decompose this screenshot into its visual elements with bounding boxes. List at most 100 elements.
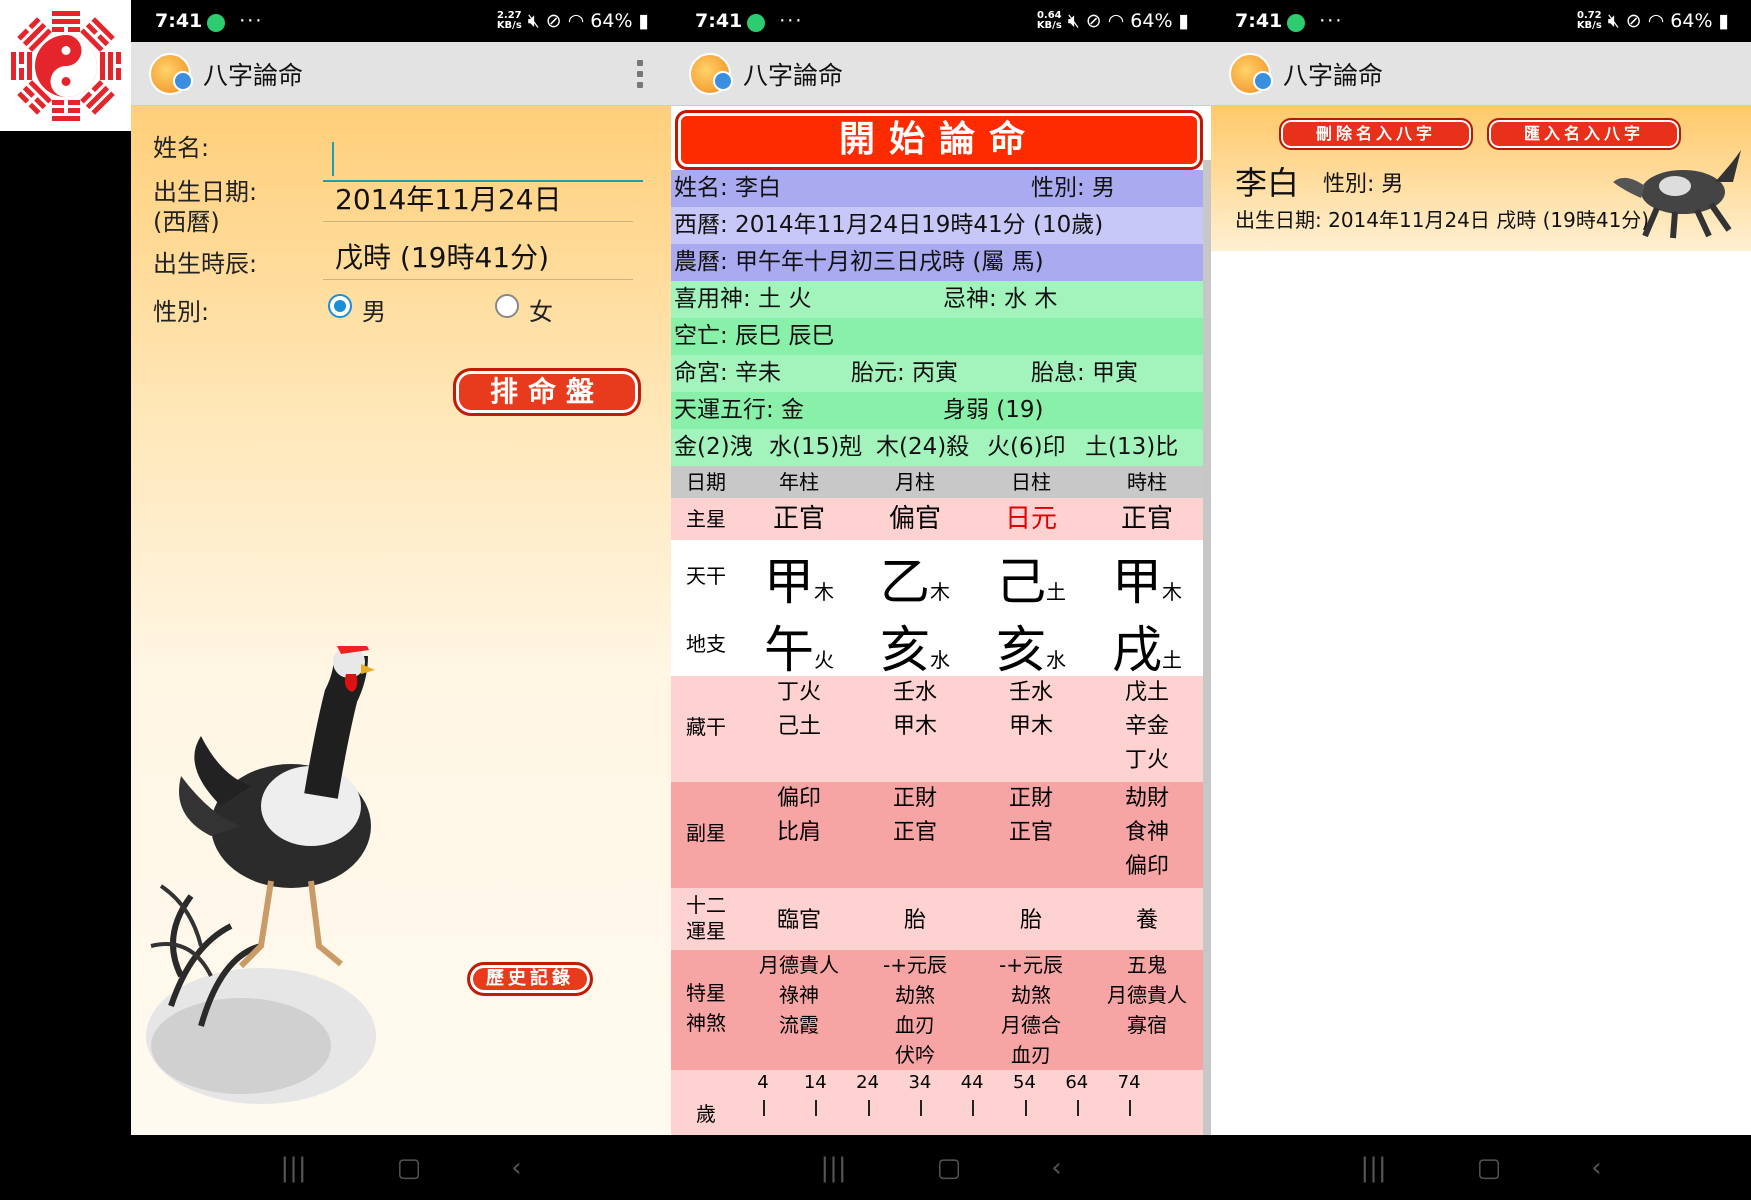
canggan-hour: 戊土 辛金 丁火 [1124,680,1169,773]
no-sim-icon: ⊘ [545,10,562,32]
more-notifications-icon: ··· [239,10,264,32]
element-water: 水(15)剋 [769,434,863,460]
submit-chart-button[interactable]: 排命盤 [453,368,641,416]
fuxing-label: 副星 [686,821,726,845]
age-tick-label: 44 [960,1072,984,1093]
home-icon[interactable]: ▢ [1477,1153,1502,1183]
fuxing-year: 偏印 比肩 [776,786,821,845]
android-nav-bar: ||| ▢ ‹ [1211,1135,1751,1200]
recents-icon[interactable]: ||| [1360,1153,1386,1183]
record-gender: 性別: 男 [1323,172,1404,197]
wifi-icon: ◠ [1647,10,1665,32]
app-bar: 八字論命 [671,42,1211,106]
name-input[interactable] [323,138,643,182]
age-tick-mark [1076,1100,1079,1116]
tianyun-row: 天運五行: 金 身弱 (19) [671,392,1211,429]
name-text: 姓名: 李白 [674,175,782,201]
delete-record-button[interactable]: 刪除名入八字 [1279,118,1473,150]
main-star-month: 偏官 [888,504,941,534]
dizhi-label: 地支 [686,632,726,656]
male-radio[interactable] [328,294,352,318]
shensha-hour: 五鬼 月德貴人 寡宿 [1107,953,1187,1037]
canggan-label: 藏干 [686,715,726,739]
gender-text: 性別: 男 [1031,175,1116,201]
history-content: 刪除名入八字 匯入名入八字 李白 性別: 男 出生日期: 2014年11月24日… [1211,106,1751,1135]
app-bar: 八字論命 [1211,42,1751,106]
no-sim-icon: ⊘ [1625,10,1642,32]
birthdate-field[interactable]: 2014年11月24日 [323,178,633,222]
back-icon[interactable]: ‹ [511,1153,521,1183]
shensha-month: -+元辰 劫煞 血刃 伏吟 [883,953,947,1067]
element-earth: 土(13)比 [1085,434,1179,460]
scrollbar[interactable] [1203,160,1211,1135]
yunxing-year: 臨官 [776,908,821,933]
more-notifications-icon: ··· [1319,10,1344,32]
age-tick-mark [1129,1100,1132,1116]
hidden-stems-row: 藏干 丁火 己土 壬水 甲木 壬水 甲木 戊土 辛金 丁火 [671,676,1211,782]
battery-icon: ▮ [1178,10,1189,32]
western-date-row: 西曆: 2014年11月24日19時41分 (10歲) [671,207,1211,244]
home-icon[interactable]: ▢ [397,1153,422,1183]
recents-icon[interactable]: ||| [280,1153,306,1183]
shensha-day: -+元辰 劫煞 月德合 血刃 [999,953,1063,1067]
back-icon[interactable]: ‹ [1051,1153,1061,1183]
status-time: 7:41 [1235,10,1283,32]
palace-row: 命宮: 辛未 胎元: 丙寅 胎息: 甲寅 [671,355,1211,392]
screen-input-form: 7:41 ··· 2.27 KB/s 🔇︎ ⊘ ◠ 64% ▮ 八字論命 姓名: … [131,0,671,1200]
fuxing-day: 正財 正官 [1008,786,1053,845]
notification-icon [207,14,226,32]
android-nav-bar: ||| ▢ ‹ [131,1135,671,1200]
header-year: 年柱 [779,470,819,494]
female-radio[interactable] [495,294,519,318]
history-button[interactable]: 歷史記錄 [467,962,593,996]
screen-chart-result: 7:41 ··· 0.64 KB/s 🔇︎ ⊘ ◠ 64% ▮ 八字論命 開始論命… [671,0,1211,1200]
mute-icon: 🔇︎ [527,10,540,32]
main-star-day: 日元 [1004,504,1057,534]
avoid-text: 忌神: 水 木 [943,286,1058,312]
male-label: 男 [362,298,386,326]
fuxing-hour: 劫財 食神 偏印 [1124,786,1169,879]
start-reading-button[interactable]: 開始論命 [675,110,1203,170]
element-metal: 金(2)洩 [674,434,753,460]
favorable-text: 喜用神: 土 火 [674,286,812,312]
taixi-text: 胎息: 甲寅 [1031,360,1139,386]
record-card[interactable]: 刪除名入八字 匯入名入八字 李白 性別: 男 出生日期: 2014年11月24日… [1211,106,1751,251]
element-wood: 木(24)殺 [876,434,970,460]
more-notifications-icon: ··· [779,10,804,32]
app-title: 八字論命 [743,60,844,90]
fuxing-month: 正財 正官 [892,786,937,845]
rooster-illustration-icon [146,646,376,1104]
tiangan-month: 乙木 [880,553,950,611]
age-tick-mark [815,1100,818,1116]
dizhi-month: 亥水 [880,621,950,679]
main-star-row: 主星 正官 偏官 日元 正官 [671,498,1211,540]
notification-icon [747,14,766,32]
birthhour-field[interactable]: 戊時 (19時41分) [323,236,633,280]
back-icon[interactable]: ‹ [1591,1153,1601,1183]
kongwang-row: 空亡: 辰巳 辰巳 [671,318,1211,355]
yunxing-month: 胎 [903,908,926,933]
overflow-menu-icon[interactable] [637,60,643,88]
recents-icon[interactable]: ||| [820,1153,846,1183]
record-name: 李白 [1235,164,1300,202]
network-speed: 0.64 KB/s [1036,10,1062,31]
lunar-date-row: 農曆: 甲午年十月初三日戌時 (屬 馬) [671,244,1211,281]
battery-level: 64% [1130,10,1173,32]
battery-icon: ▮ [638,10,649,32]
sub-star-row: 副星 偏印 比肩 正財 正官 正財 正官 劫財 食神 偏印 [671,782,1211,888]
canggan-day: 壬水 甲木 [1008,680,1053,739]
age-tick-mark [763,1100,765,1116]
text-cursor [332,142,334,176]
home-icon[interactable]: ▢ [937,1153,962,1183]
notification-icon [1287,14,1306,32]
age-row: 歲 4 14 24 34 44 54 64 74 [671,1070,1211,1135]
favorable-row: 喜用神: 土 火 忌神: 水 木 [671,281,1211,318]
tiangan-year: 甲木 [764,553,834,611]
age-tick-mark [1024,1100,1027,1116]
network-speed: 2.27 KB/s [496,10,522,31]
main-star-label: 主星 [686,507,726,531]
battery-level: 64% [590,10,633,32]
tianyun-text: 天運五行: 金 [674,397,805,423]
header-day: 日柱 [1011,470,1051,494]
age-tick-label: 64 [1065,1072,1089,1093]
